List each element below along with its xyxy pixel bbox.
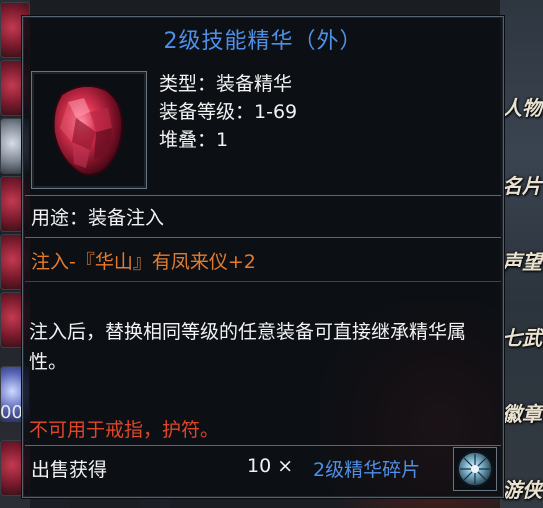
side-menu-item-badge[interactable]: 徽章	[502, 398, 542, 427]
sell-label: 出售获得	[31, 459, 108, 481]
divider	[25, 195, 501, 196]
side-menu-item-card[interactable]: 名片	[502, 170, 542, 199]
item-type: 类型：装备精华	[159, 73, 293, 95]
item-description: 注入后，替换相同等级的任意装备可直接继承精华属性。	[29, 321, 467, 373]
sell-item-name: 2级精华碎片	[313, 459, 421, 481]
red-essence-gem-icon	[52, 84, 124, 176]
fragment-orb-graphic	[457, 451, 493, 487]
item-title: 2级技能精华（外）	[163, 29, 363, 54]
divider	[25, 237, 501, 238]
side-menu-item-character[interactable]: 人物	[502, 92, 542, 121]
item-effect: 注入-『华山』有凤来仪+2	[31, 251, 256, 273]
essence-fragment-orb-icon	[453, 447, 497, 491]
item-restriction: 不可用于戒指，护符。	[29, 419, 220, 441]
item-icon-frame	[31, 71, 147, 189]
item-level-range: 装备等级：1-69	[159, 101, 298, 123]
inventory-stack-count: 00	[0, 402, 23, 423]
side-menu-item-ranger[interactable]: 游侠	[502, 474, 542, 503]
item-tooltip: 2级技能精华（外） 类型：装备精华 装备等级：1-69 堆叠：1 用途：装备注入	[22, 16, 504, 498]
item-stack: 堆叠：1	[159, 129, 229, 151]
side-menu-item-martial[interactable]: 七武	[502, 322, 542, 351]
divider	[25, 445, 501, 446]
side-menu-item-reputation[interactable]: 声望	[502, 246, 542, 275]
sell-quantity: 10 ×	[247, 455, 294, 477]
item-usage: 用途：装备注入	[31, 207, 165, 229]
divider	[25, 281, 501, 282]
